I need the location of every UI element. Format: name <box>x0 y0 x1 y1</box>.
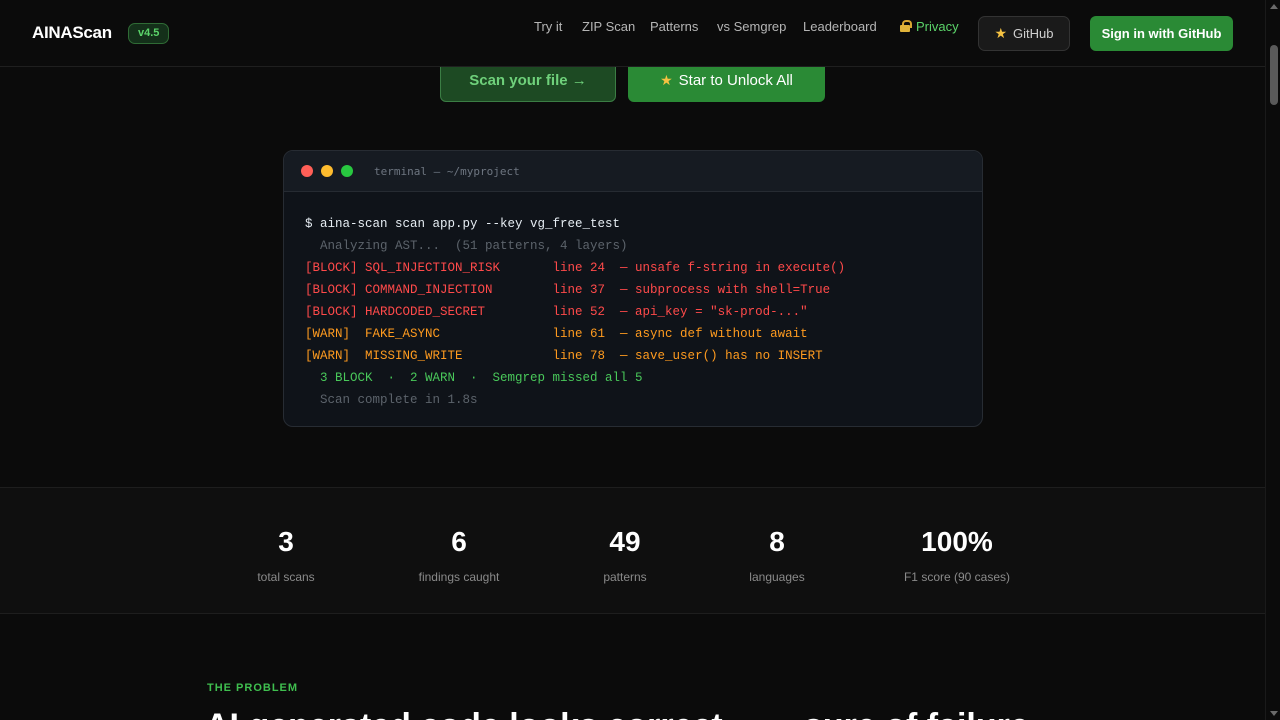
star-icon: ★ <box>994 25 1008 41</box>
terminal-title: terminal — ~/myproject <box>374 164 520 178</box>
stat-label: F1 score (90 cases) <box>903 570 1011 584</box>
nav-vs-semgrep[interactable]: vs Semgrep <box>717 19 786 35</box>
nav-privacy-label: Privacy <box>916 19 959 34</box>
github-button[interactable]: ★ GitHub <box>978 16 1070 51</box>
github-button-label: GitHub <box>1013 26 1054 41</box>
stat-value: 6 <box>451 526 467 557</box>
terminal-output: $ aina-scan scan app.py --key vg_free_te… <box>284 192 982 411</box>
star-icon: ★ <box>660 71 673 88</box>
terminal-warn-line: [WARN] FAKE_ASYNC line 61 — async def wi… <box>305 327 808 341</box>
close-dot-icon <box>301 165 313 177</box>
problem-eyebrow: THE PROBLEM <box>207 682 299 694</box>
terminal-command-line: $ aina-scan scan app.py --key vg_free_te… <box>305 217 621 231</box>
terminal-block-line: [BLOCK] HARDCODED_SECRET line 52 — api_k… <box>305 305 808 319</box>
star-button-label: Star to Unlock All <box>678 71 793 89</box>
minimize-dot-icon <box>321 165 333 177</box>
scroll-thumb[interactable] <box>1270 45 1278 105</box>
nav-zip-scan[interactable]: ZIP Scan <box>582 19 635 35</box>
terminal-block-line: [BLOCK] COMMAND_INJECTION line 37 — subp… <box>305 283 831 297</box>
scroll-down-icon[interactable] <box>1270 711 1278 716</box>
stat-total-scans: 3 total scans <box>257 526 314 584</box>
nav-patterns[interactable]: Patterns <box>650 19 698 35</box>
page-scrollbar[interactable] <box>1265 0 1280 720</box>
version-badge: v4.5 <box>128 23 170 44</box>
stat-value: 3 <box>278 526 294 557</box>
sign-in-github-button[interactable]: Sign in with GitHub <box>1090 16 1233 51</box>
terminal-warn-line: [WARN] MISSING_WRITE line 78 — save_user… <box>305 349 823 363</box>
terminal-block-line: [BLOCK] SQL_INJECTION_RISK line 24 — uns… <box>305 261 846 275</box>
nav-privacy[interactable]: Privacy <box>900 19 959 35</box>
stat-label: findings caught <box>418 570 500 584</box>
stat-value: 49 <box>609 526 641 557</box>
terminal-title-bar: terminal — ~/myproject <box>284 151 982 192</box>
maximize-dot-icon <box>341 165 353 177</box>
stats-strip: 3 total scans 6 findings caught 49 patte… <box>0 487 1265 614</box>
terminal-analyzing-line: Analyzing AST... (51 patterns, 4 layers) <box>305 239 628 253</box>
terminal-window: terminal — ~/myproject $ aina-scan scan … <box>283 150 983 427</box>
stat-patterns: 49 patterns <box>603 526 646 584</box>
stat-findings-caught: 6 findings caught <box>419 526 500 584</box>
scroll-up-icon[interactable] <box>1270 4 1278 9</box>
stat-f1-score: 100% F1 score (90 cases) <box>904 526 1010 584</box>
stat-label: languages <box>749 570 805 584</box>
lock-icon <box>900 20 912 32</box>
stat-languages: 8 languages <box>749 526 804 584</box>
problem-title: AI generated code looks correct — ...sur… <box>205 706 1029 720</box>
terminal-summary-line: 3 BLOCK · 2 WARN · Semgrep missed all 5 <box>305 371 643 385</box>
stat-label: patterns <box>603 570 647 584</box>
nav-leaderboard[interactable]: Leaderboard <box>803 19 877 35</box>
logo[interactable]: AINAScan <box>32 23 112 43</box>
stat-value: 8 <box>769 526 785 557</box>
stat-value: 100% <box>921 526 993 557</box>
terminal-complete-line: Scan complete in 1.8s <box>305 393 478 407</box>
stat-label: total scans <box>257 570 315 584</box>
site-header: AINAScan v4.5 Try it ZIP Scan Patterns v… <box>0 0 1265 67</box>
nav-try-it[interactable]: Try it <box>534 19 562 35</box>
